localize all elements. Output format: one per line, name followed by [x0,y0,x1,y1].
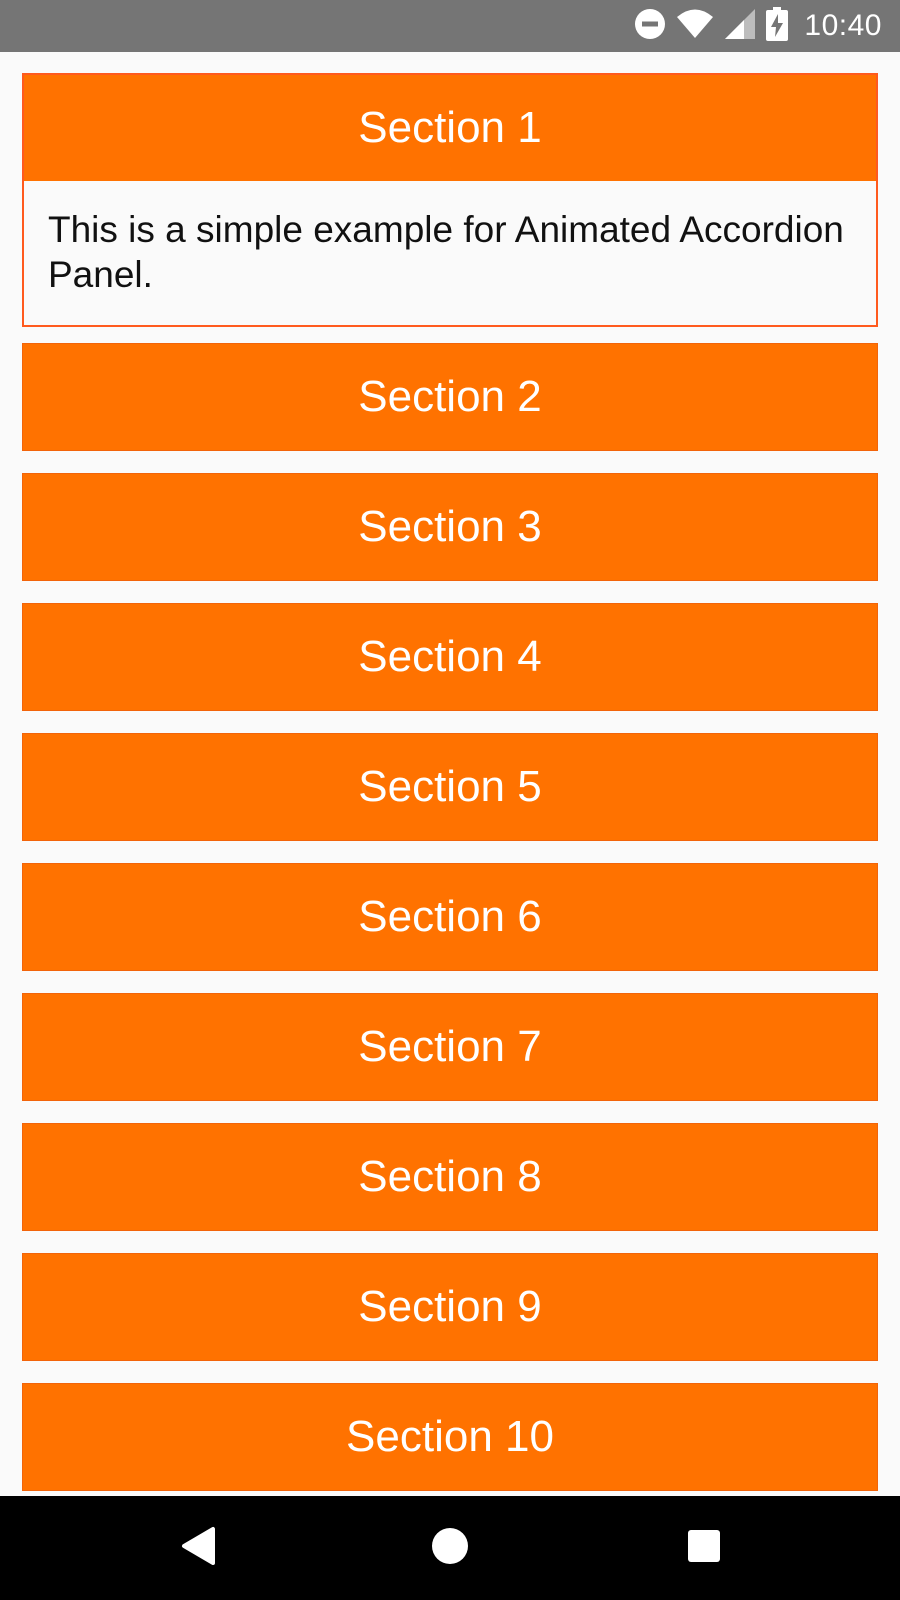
accordion-section-2: Section 2 [22,343,878,451]
accordion-section-9: Section 9 [22,1253,878,1361]
accordion-section-8: Section 8 [22,1123,878,1231]
wifi-icon [676,8,714,45]
section-header-7[interactable]: Section 7 [22,993,878,1101]
section-title: Section 8 [358,1152,542,1201]
accordion-section-3: Section 3 [22,473,878,581]
section-title: Section 3 [358,502,542,551]
section-header-5[interactable]: Section 5 [22,733,878,841]
section-header-6[interactable]: Section 6 [22,863,878,971]
section-title: Section 5 [358,762,542,811]
section-title: Section 9 [358,1282,542,1331]
accordion-section-7: Section 7 [22,993,878,1101]
do-not-disturb-icon [634,8,666,45]
section-title: Section 2 [358,372,542,421]
home-button[interactable] [420,1518,480,1578]
accordion-section-1: Section 1 This is a simple example for A… [22,73,878,327]
cellular-signal-icon [724,8,756,45]
section-title: Section 6 [358,892,542,941]
status-time: 10:40 [804,9,882,42]
navigation-bar [0,1496,900,1600]
home-icon [431,1527,469,1570]
accordion-section-5: Section 5 [22,733,878,841]
section-header-10[interactable]: Section 10 [22,1383,878,1491]
battery-charging-icon [766,6,789,46]
status-bar: 10:40 [0,0,900,52]
accordion-section-6: Section 6 [22,863,878,971]
section-title: Section 10 [346,1412,554,1461]
status-icons: 10:40 [634,0,882,52]
accordion-section-10: Section 10 [22,1383,878,1491]
recents-icon [687,1529,721,1568]
section-header-4[interactable]: Section 4 [22,603,878,711]
section-header-1[interactable]: Section 1 [24,75,876,181]
accordion-section-4: Section 4 [22,603,878,711]
section-header-2[interactable]: Section 2 [22,343,878,451]
section-title: Section 1 [358,103,542,152]
section-header-9[interactable]: Section 9 [22,1253,878,1361]
section-header-3[interactable]: Section 3 [22,473,878,581]
recents-button[interactable] [674,1518,734,1578]
accordion-list: Section 1 This is a simple example for A… [0,52,900,1496]
back-icon [180,1526,216,1571]
back-button[interactable] [168,1518,228,1578]
section-title: Section 7 [358,1022,542,1071]
section-body-1: This is a simple example for Animated Ac… [48,209,844,295]
section-header-8[interactable]: Section 8 [22,1123,878,1231]
section-title: Section 4 [358,632,542,681]
